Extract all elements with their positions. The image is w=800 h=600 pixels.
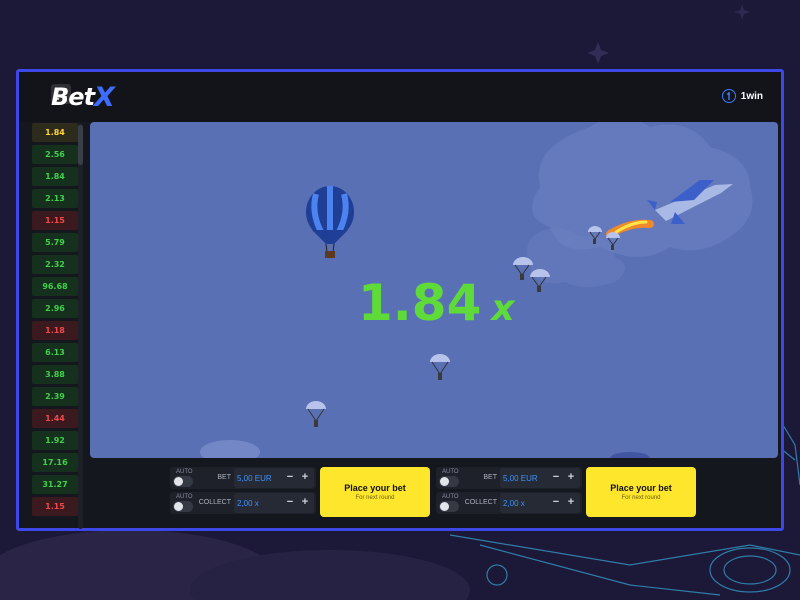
multiplier-suffix: x — [491, 288, 515, 329]
history-item: 5.79 — [32, 233, 78, 252]
auto-label: AUTO — [442, 469, 459, 475]
auto-bet-toggle[interactable] — [439, 476, 459, 487]
bet-amount-field[interactable]: 5,00 EUR − + — [234, 468, 314, 488]
history-item: 2.13 — [32, 189, 78, 208]
history-item: 1.84 — [32, 123, 78, 142]
plus-icon[interactable]: + — [565, 471, 577, 483]
toggle-knob — [440, 477, 449, 486]
history-item: 3.88 — [32, 365, 78, 384]
bet-row: AUTO BET 5,00 EUR − + — [436, 467, 582, 489]
plus-icon[interactable]: + — [299, 496, 311, 508]
collect-row: AUTO COLLECT 2,00 x − + — [436, 492, 582, 514]
bet-amount-field[interactable]: 5,00 EUR − + — [500, 468, 580, 488]
history-item: 31.27 — [32, 475, 78, 494]
bet-amount-value[interactable]: 5,00 EUR — [237, 474, 272, 483]
history-item: 1.15 — [32, 497, 78, 516]
parachutist — [306, 401, 326, 427]
toggle-knob — [174, 477, 183, 486]
place-bet-title: Place your bet — [610, 483, 672, 493]
plus-icon[interactable]: + — [299, 471, 311, 483]
minus-icon[interactable]: − — [550, 496, 562, 508]
bet-row: AUTO BET 5,00 EUR − + — [170, 467, 316, 489]
history-list: 1.84 2.56 1.84 2.13 1.15 5.79 2.32 96.68 2.96 1.1… — [30, 123, 82, 529]
place-bet-title: Place your bet — [344, 483, 406, 493]
history-item: 1.84 — [32, 167, 78, 186]
parachutist — [430, 354, 450, 380]
collect-label: COLLECT — [198, 499, 231, 506]
history-item: 1.44 — [32, 409, 78, 428]
collect-row: AUTO COLLECT 2,00 x − + — [170, 492, 316, 514]
top-bar: Bet X 1win — [19, 72, 781, 122]
game-stage: 1.84 x — [90, 122, 778, 458]
history-item: 1.15 — [32, 211, 78, 230]
collect-value[interactable]: 2,00 x — [237, 499, 259, 508]
auto-label: AUTO — [442, 494, 459, 500]
minus-icon[interactable]: − — [550, 471, 562, 483]
history-item: 6.13 — [32, 343, 78, 362]
history-item: 2.96 — [32, 299, 78, 318]
bet-controls: AUTO BET 5,00 EUR − + AUTO COLLECT 2,00 … — [90, 458, 778, 528]
history-item: 2.32 — [32, 255, 78, 274]
history-item: 2.56 — [32, 145, 78, 164]
hot-air-balloon — [306, 186, 354, 258]
history-scrollbar[interactable] — [78, 123, 83, 529]
toggle-knob — [440, 502, 449, 511]
history-item: 17.16 — [32, 453, 78, 472]
bet-label: BET — [217, 474, 231, 481]
toggle-knob — [174, 502, 183, 511]
collect-multiplier-field[interactable]: 2,00 x − + — [500, 493, 580, 513]
history-item: 1.92 — [32, 431, 78, 450]
place-bet-subtitle: For next round — [621, 495, 661, 501]
collect-value[interactable]: 2,00 x — [503, 499, 525, 508]
scrollbar-thumb[interactable] — [78, 125, 83, 165]
auto-label: AUTO — [176, 494, 193, 500]
game-window: Bet X 1win 1.84 2.56 1.84 2.13 1.15 5.79 2.32 96… — [16, 69, 784, 531]
auto-bet-toggle[interactable] — [173, 476, 193, 487]
multiplier-value: 1.84 — [358, 274, 482, 332]
history-item: 1.18 — [32, 321, 78, 340]
auto-label: AUTO — [176, 469, 193, 475]
minus-icon[interactable]: − — [284, 471, 296, 483]
cloud — [200, 440, 260, 458]
place-bet-button[interactable]: Place your bet For next round — [320, 467, 430, 517]
brand-name: 1win — [740, 90, 763, 102]
fullscreen-icon[interactable] — [51, 84, 71, 104]
logo-accent: X — [94, 81, 115, 113]
brand-badge: 1win — [721, 89, 763, 103]
collect-label: COLLECT — [464, 499, 497, 506]
collect-multiplier-field[interactable]: 2,00 x − + — [234, 493, 314, 513]
history-item: 96.68 — [32, 277, 78, 296]
plus-icon[interactable]: + — [565, 496, 577, 508]
place-bet-subtitle: For next round — [355, 495, 395, 501]
1win-coin-icon — [721, 89, 736, 103]
parachutist — [513, 257, 533, 280]
minus-icon[interactable]: − — [284, 496, 296, 508]
bet-amount-value[interactable]: 5,00 EUR — [503, 474, 538, 483]
auto-collect-toggle[interactable] — [173, 501, 193, 512]
bet-label: BET — [483, 474, 497, 481]
current-multiplier: 1.84 x — [358, 274, 515, 332]
place-bet-button[interactable]: Place your bet For next round — [586, 467, 696, 517]
history-item: 2.39 — [32, 387, 78, 406]
auto-collect-toggle[interactable] — [439, 501, 459, 512]
